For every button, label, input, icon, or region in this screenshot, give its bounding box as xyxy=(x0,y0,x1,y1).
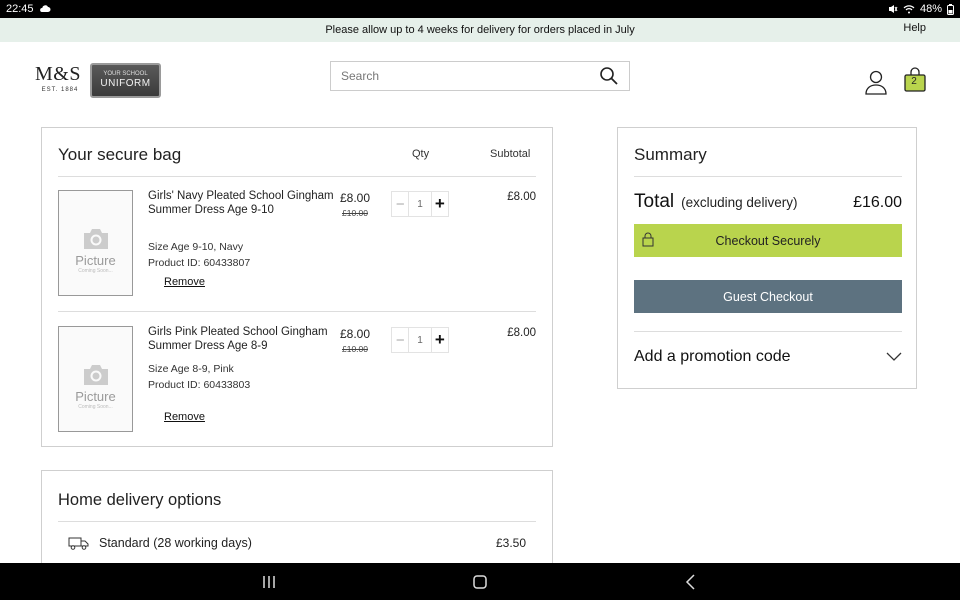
badge-top: YOUR SCHOOL xyxy=(103,71,148,77)
summary-title: Summary xyxy=(634,145,707,164)
battery-percent: 48% xyxy=(919,3,942,15)
increase-qty-button[interactable]: + xyxy=(430,328,448,352)
bag-item: Picture Coming Soon... Girls Pink Pleate… xyxy=(58,326,536,436)
site-header: M&S EST. 1884 YOUR SCHOOL UNIFORM 2 xyxy=(0,42,960,114)
divider xyxy=(58,311,536,312)
item-subtotal: £8.00 xyxy=(507,327,536,339)
logo-text: M&S xyxy=(35,63,81,85)
delivery-title: Home delivery options xyxy=(58,491,222,509)
cloud-icon xyxy=(39,5,51,12)
bag-item: Picture Coming Soon... Girls' Navy Pleat… xyxy=(58,190,536,300)
checkout-securely-button[interactable]: Checkout Securely xyxy=(634,224,902,257)
product-price: £8.00 xyxy=(340,191,371,205)
product-was-price: £10.00 xyxy=(342,344,368,354)
remove-link[interactable]: Remove xyxy=(164,276,205,288)
guest-label: Guest Checkout xyxy=(723,289,813,304)
banner-message: Please allow up to 4 weeks for delivery … xyxy=(325,24,635,36)
camera-icon xyxy=(83,364,108,385)
qty-value[interactable]: 1 xyxy=(409,335,430,346)
qty-column-header: Qty xyxy=(412,148,430,160)
recent-apps-icon[interactable] xyxy=(259,572,279,592)
divider xyxy=(58,176,536,177)
truck-icon xyxy=(68,537,89,550)
badge-main: UNIFORM xyxy=(100,78,151,89)
divider xyxy=(634,331,902,332)
qty-value[interactable]: 1 xyxy=(409,199,430,210)
product-name[interactable]: Girls' Navy Pleated School Gingham Summe… xyxy=(148,190,336,217)
lock-icon xyxy=(642,232,654,247)
product-image-placeholder[interactable]: Picture Coming Soon... xyxy=(58,326,133,432)
school-uniform-badge[interactable]: YOUR SCHOOL UNIFORM xyxy=(90,63,161,98)
guest-checkout-button[interactable]: Guest Checkout xyxy=(634,280,902,313)
chevron-down-icon xyxy=(886,352,902,361)
increase-qty-button[interactable]: + xyxy=(430,192,448,216)
help-link[interactable]: Help xyxy=(903,22,926,34)
total-row: Total (excluding delivery) £16.00 xyxy=(634,191,902,213)
quantity-stepper: − 1 + xyxy=(391,327,449,353)
system-nav-bar xyxy=(0,563,960,600)
wifi-icon xyxy=(903,5,915,14)
promo-code-toggle[interactable]: Add a promotion code xyxy=(634,348,902,366)
bag-title: Your secure bag xyxy=(58,145,182,164)
quantity-stepper: − 1 + xyxy=(391,191,449,217)
bag-panel: Your secure bag Qty Subtotal Picture Com… xyxy=(41,127,553,447)
product-id: Product ID: 60433803 xyxy=(148,379,251,391)
ms-logo[interactable]: M&S EST. 1884 xyxy=(35,64,85,93)
total-amount: £16.00 xyxy=(853,194,902,211)
promo-label: Add a promotion code xyxy=(634,348,791,365)
remove-link[interactable]: Remove xyxy=(164,411,205,423)
divider xyxy=(58,521,536,522)
placeholder-label: Picture xyxy=(75,388,116,404)
status-bar: 22:45 48% xyxy=(0,0,960,18)
search-icon[interactable] xyxy=(599,66,619,86)
logo-sub: EST. 1884 xyxy=(41,87,79,93)
total-label: Total xyxy=(634,191,675,212)
placeholder-label: Picture xyxy=(75,252,116,268)
summary-panel: Summary Total (excluding delivery) £16.0… xyxy=(617,127,917,389)
bag-count-badge: 2 xyxy=(911,76,917,87)
total-note: (excluding delivery) xyxy=(681,195,798,210)
product-price: £8.00 xyxy=(340,327,371,341)
product-id: Product ID: 60433807 xyxy=(148,257,251,269)
checkout-label: Checkout Securely xyxy=(715,233,821,248)
battery-icon xyxy=(947,3,954,15)
divider xyxy=(634,176,902,177)
delivery-banner: Please allow up to 4 weeks for delivery … xyxy=(0,18,960,42)
status-time: 22:45 xyxy=(6,3,34,15)
home-icon[interactable] xyxy=(470,572,490,592)
search-box xyxy=(330,61,630,91)
item-subtotal: £8.00 xyxy=(507,191,536,203)
delivery-option-standard[interactable]: Standard (28 working days) £3.50 xyxy=(68,536,526,550)
account-icon[interactable] xyxy=(864,69,888,95)
product-was-price: £10.00 xyxy=(342,208,368,218)
delivery-standard-label: Standard (28 working days) xyxy=(99,536,252,550)
product-name[interactable]: Girls Pink Pleated School Gingham Summer… xyxy=(148,326,336,353)
camera-icon xyxy=(83,228,108,249)
product-size: Size Age 8-9, Pink xyxy=(148,363,234,375)
search-input[interactable] xyxy=(341,69,599,83)
subtotal-column-header: Subtotal xyxy=(490,148,531,160)
mute-icon xyxy=(888,5,898,13)
decrease-qty-button[interactable]: − xyxy=(392,192,410,216)
decrease-qty-button[interactable]: − xyxy=(392,328,410,352)
product-image-placeholder[interactable]: Picture Coming Soon... xyxy=(58,190,133,296)
product-size: Size Age 9-10, Navy xyxy=(148,241,244,253)
placeholder-sub: Coming Soon... xyxy=(78,403,113,410)
back-icon[interactable] xyxy=(681,572,701,592)
placeholder-sub: Coming Soon... xyxy=(78,267,113,274)
delivery-standard-price: £3.50 xyxy=(495,536,526,550)
